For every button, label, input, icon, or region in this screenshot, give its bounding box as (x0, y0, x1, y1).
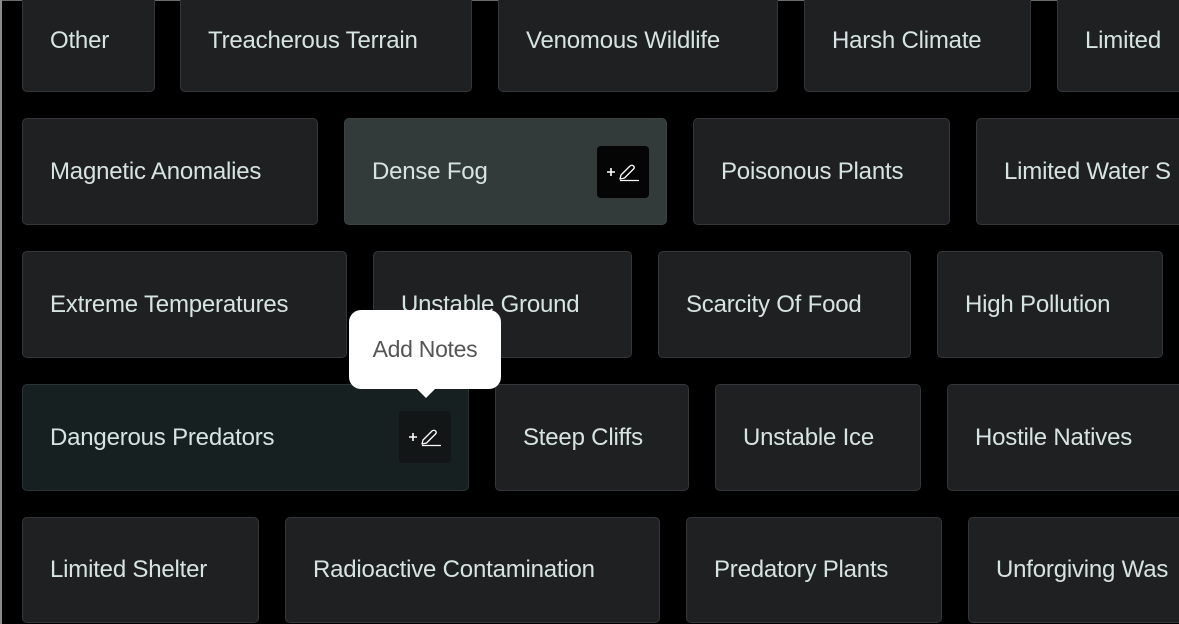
hazard-tile-steep-cliffs[interactable]: Steep Cliffs (495, 384, 689, 491)
hazard-tile-dense-fog[interactable]: Dense Fog (344, 118, 667, 225)
hazard-tile-dangerous-predators[interactable]: Dangerous Predators (22, 384, 469, 491)
hazard-label: Dangerous Predators (50, 423, 275, 451)
hazard-tile-harsh-climate[interactable]: Harsh Climate (804, 0, 1031, 92)
hazard-tile-high-pollution[interactable]: High Pollution (937, 251, 1163, 358)
hazard-label: High Pollution (965, 290, 1111, 318)
hazard-label: Poisonous Plants (721, 157, 904, 185)
hazard-tile-treacherous-terrain[interactable]: Treacherous Terrain (180, 0, 472, 92)
hazard-tile-limited[interactable]: Limited (1057, 0, 1179, 92)
hazard-label: Venomous Wildlife (526, 27, 721, 54)
add-notes-button[interactable] (399, 411, 451, 463)
hazard-label: Unstable Ice (743, 423, 875, 451)
tooltip-text: Add Notes (372, 336, 478, 362)
hazard-tile-other[interactable]: Other (22, 0, 155, 92)
hazard-tile-magnetic-anomalies[interactable]: Magnetic Anomalies (22, 118, 318, 225)
hazard-tile-unstable-ice[interactable]: Unstable Ice (715, 384, 921, 491)
hazard-label: Limited Shelter (50, 556, 208, 583)
hazard-tile-radioactive-contamination[interactable]: Radioactive Contamination (285, 517, 660, 623)
hazard-label: Other (50, 27, 110, 54)
hazard-label: Treacherous Terrain (208, 27, 418, 54)
hazard-tile-hostile-natives[interactable]: Hostile Natives (947, 384, 1179, 491)
hazard-label: Steep Cliffs (523, 423, 643, 451)
hazard-label: Limited Water S (1004, 157, 1171, 185)
hazard-label: Limited (1085, 27, 1161, 54)
hazard-tile-scarcity-of-food[interactable]: Scarcity Of Food (658, 251, 911, 358)
window-left-edge (0, 0, 2, 624)
add-notes-tooltip: Add Notes (349, 310, 501, 398)
hazard-tile-limited-water-supply[interactable]: Limited Water S (976, 118, 1179, 225)
hazard-tile-extreme-temperatures[interactable]: Extreme Temperatures (22, 251, 347, 358)
hazard-label: Magnetic Anomalies (50, 157, 262, 185)
hazard-tile-unforgiving-wasteland[interactable]: Unforgiving Was (968, 517, 1179, 623)
add-note-icon (607, 164, 639, 182)
hazard-label: Dense Fog (372, 157, 488, 185)
add-notes-button[interactable] (597, 146, 649, 198)
hazard-label: Harsh Climate (832, 27, 982, 54)
hazard-label: Scarcity Of Food (686, 290, 862, 318)
hazard-label: Hostile Natives (975, 423, 1133, 451)
hazard-tile-limited-shelter[interactable]: Limited Shelter (22, 517, 259, 623)
hazard-tile-poisonous-plants[interactable]: Poisonous Plants (693, 118, 950, 225)
hazard-tile-predatory-plants[interactable]: Predatory Plants (686, 517, 942, 623)
hazard-label: Radioactive Contamination (313, 556, 595, 583)
add-note-icon (409, 429, 441, 447)
hazard-label: Unforgiving Was (996, 556, 1169, 583)
tooltip-arrow (416, 388, 436, 398)
hazard-tile-venomous-wildlife[interactable]: Venomous Wildlife (498, 0, 778, 92)
hazard-label: Predatory Plants (714, 556, 889, 583)
hazard-label: Extreme Temperatures (50, 290, 289, 318)
